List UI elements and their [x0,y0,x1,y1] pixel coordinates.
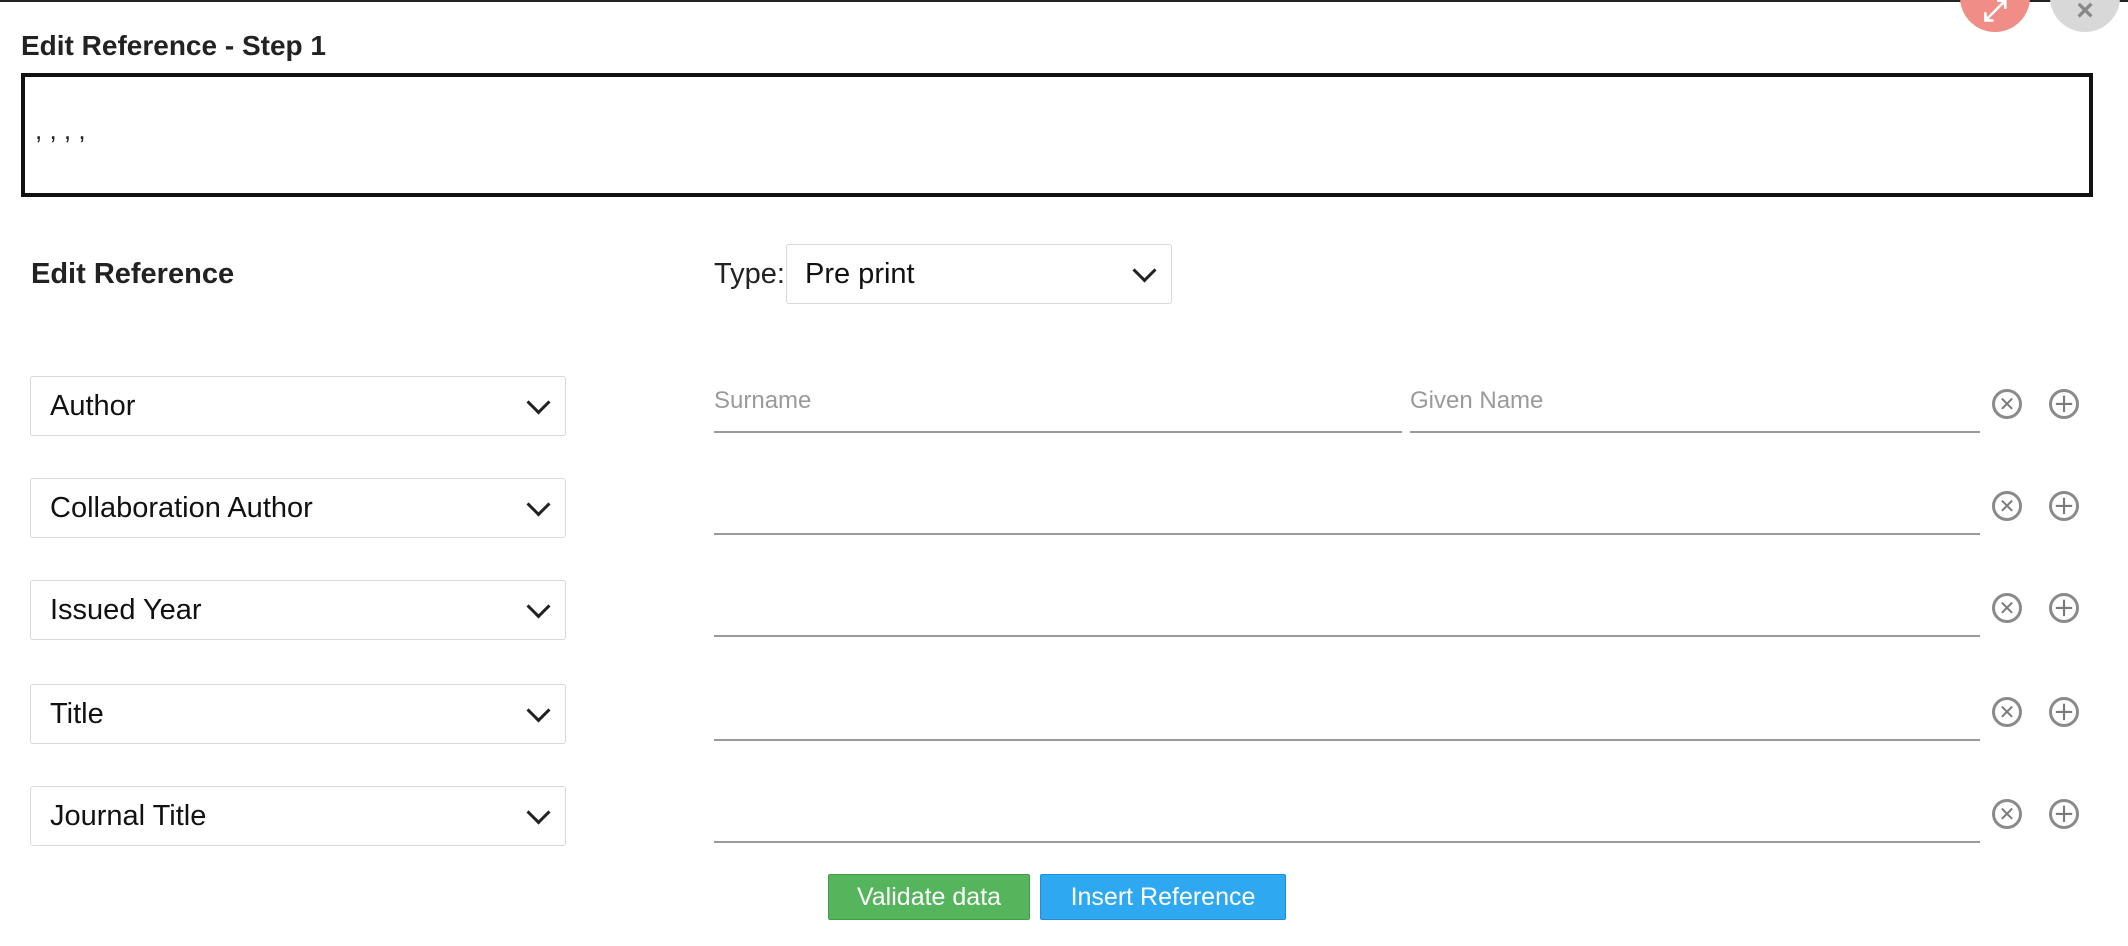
issued-year-input[interactable] [714,577,1980,637]
add-circle-icon[interactable]: + [2049,697,2079,727]
collaboration-author-input[interactable] [714,475,1980,535]
section-title: Edit Reference [31,258,235,290]
type-label: Type: [714,258,785,290]
field-type-value: Journal Title [50,799,207,832]
field-type-value: Issued Year [50,593,202,626]
fullscreen-button[interactable]: ⤢ [1960,0,2030,32]
chevron-down-icon [526,593,551,619]
validate-data-button[interactable]: Validate data [828,874,1030,920]
field-type-value: Title [50,697,104,730]
close-button[interactable]: × [2050,0,2120,32]
journal-title-input[interactable] [714,783,1980,843]
field-type-select[interactable]: Issued Year [30,580,566,640]
dialog-title: Edit Reference - Step 1 [21,30,326,61]
reference-preview[interactable]: , , , , [21,73,2093,197]
add-circle-icon[interactable]: + [2049,389,2079,419]
type-select[interactable]: Pre print [786,244,1172,304]
insert-reference-button[interactable]: Insert Reference [1040,874,1286,920]
field-type-select[interactable]: Collaboration Author [30,478,566,538]
remove-circle-icon[interactable]: ✕ [1992,799,2022,829]
field-type-select[interactable]: Author [30,376,566,436]
remove-circle-icon[interactable]: ✕ [1992,389,2022,419]
surname-input[interactable]: Surname [714,373,1402,433]
type-select-value: Pre print [805,257,915,290]
remove-circle-icon[interactable]: ✕ [1992,593,2022,623]
remove-circle-icon[interactable]: ✕ [1992,491,2022,521]
expand-icon: ⤢ [1983,0,2007,27]
field-type-select[interactable]: Title [30,684,566,744]
field-type-select[interactable]: Journal Title [30,786,566,846]
chevron-down-icon [526,389,551,415]
given-name-input[interactable]: Given Name [1410,373,1980,433]
field-type-value: Collaboration Author [50,491,313,524]
add-circle-icon[interactable]: + [2049,491,2079,521]
add-circle-icon[interactable]: + [2049,799,2079,829]
field-type-value: Author [50,389,136,422]
chevron-down-icon [526,697,551,723]
edit-reference-dialog: ⤢ × Edit Reference - Step 1 , , , , Edit… [0,0,2128,946]
chevron-down-icon [1132,257,1157,283]
chevron-down-icon [526,799,551,825]
close-icon: × [2076,0,2094,27]
remove-circle-icon[interactable]: ✕ [1992,697,2022,727]
title-input[interactable] [714,681,1980,741]
chevron-down-icon [526,491,551,517]
add-circle-icon[interactable]: + [2049,593,2079,623]
